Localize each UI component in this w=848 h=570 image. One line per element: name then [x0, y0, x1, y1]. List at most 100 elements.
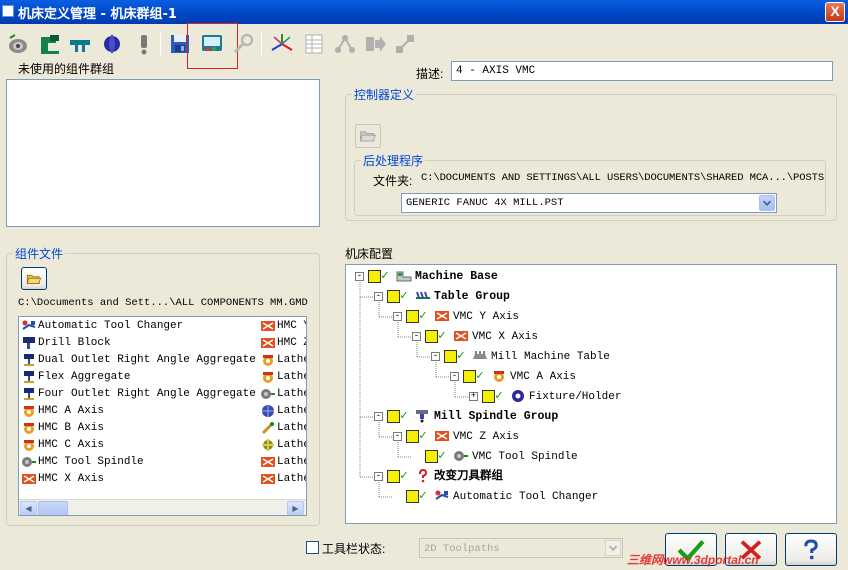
list-item[interactable]: Dual Outlet Right Angle Aggregate	[21, 352, 259, 369]
list-item[interactable]: HMC B Axis	[21, 420, 259, 437]
collapse-icon[interactable]: -	[374, 291, 383, 301]
list-item[interactable]: HMC Z	[260, 335, 306, 352]
toolbar-state-select[interactable]: 2D Toolpaths	[419, 538, 623, 558]
help-button[interactable]	[785, 533, 837, 566]
post-select-dropdown[interactable]	[759, 195, 775, 211]
tree-node[interactable]: - ✓ Mill Machine Table	[431, 347, 610, 367]
tree-node[interactable]: - ✓ VMC Z Axis	[393, 427, 519, 447]
list-item[interactable]: HMC X Axis	[21, 471, 259, 488]
list-item-label: HMC Tool Spindle	[38, 456, 144, 468]
tree-node[interactable]: + ✓ Fixture/Holder	[469, 387, 621, 407]
move-right-icon[interactable]	[363, 32, 387, 56]
tree-node-label: VMC Z Axis	[453, 431, 520, 443]
tool-changer-icon	[434, 489, 450, 503]
check-icon: ✓	[419, 428, 427, 444]
tree-node-label: 改变刀具群组	[434, 470, 503, 483]
node-visibility-checkbox[interactable]	[387, 469, 400, 483]
scroll-thumb[interactable]	[38, 501, 68, 515]
warning-icon[interactable]	[132, 32, 156, 56]
close-button[interactable]: X	[825, 2, 845, 22]
tree-node[interactable]: ✓ Automatic Tool Changer	[393, 487, 598, 507]
collapse-icon[interactable]: -	[450, 371, 459, 381]
unused-groups-list[interactable]	[6, 79, 320, 227]
linear-axis-icon	[21, 472, 36, 485]
spindle-lathe-icon[interactable]	[6, 32, 30, 56]
list-item[interactable]: HMC C Axis	[21, 437, 259, 454]
collapse-icon[interactable]: -	[412, 331, 421, 341]
collapse-icon[interactable]: -	[374, 471, 383, 481]
list-item-label: Dual Outlet Right Angle Aggregate	[38, 354, 256, 366]
axis-triad-icon[interactable]	[270, 32, 294, 56]
list-item-label: HMC A Axis	[38, 405, 105, 417]
machine-config-tree[interactable]: - ✓ Machine Base - ✓ Table Group - ✓ VMC Y Axis -…	[345, 264, 837, 524]
table-view-icon[interactable]	[302, 32, 326, 56]
linear-axis-icon	[434, 429, 450, 443]
list-item[interactable]: HMC Tool Spindle	[21, 454, 259, 471]
list-item[interactable]: Lathe	[260, 386, 306, 403]
component-files-label: 组件文件	[13, 245, 66, 262]
controller-open-button[interactable]	[355, 124, 381, 148]
scroll-left-button[interactable]: ◀	[20, 501, 37, 515]
post-select-value: GENERIC FANUC 4X MILL.PST	[406, 197, 564, 209]
node-visibility-checkbox[interactable]	[482, 389, 495, 403]
hierarchy-icon[interactable]	[333, 32, 357, 56]
description-input[interactable]: 4 - AXIS VMC	[451, 61, 833, 81]
machine-display-icon[interactable]	[200, 32, 224, 56]
toolbar-state-checkbox[interactable]	[306, 541, 319, 554]
tree-node[interactable]: - ✓ Machine Base	[355, 267, 498, 287]
rotary-axis-icon[interactable]	[100, 32, 124, 56]
collapse-icon[interactable]: -	[355, 271, 364, 281]
machine-base-icon[interactable]	[38, 32, 62, 56]
list-item[interactable]: Flex Aggregate	[21, 369, 259, 386]
node-visibility-checkbox[interactable]	[425, 449, 438, 463]
list-item[interactable]: Lathe	[260, 471, 306, 488]
list-item[interactable]: HMC Y	[260, 318, 306, 335]
component-open-button[interactable]	[21, 267, 47, 290]
list-item[interactable]: Lathe	[260, 437, 306, 454]
list-item[interactable]: Lathe	[260, 454, 306, 471]
tree-node[interactable]: - ✓ VMC A Axis	[450, 367, 576, 387]
node-visibility-checkbox[interactable]	[425, 329, 438, 343]
tree-node[interactable]: - ✓ Table Group	[374, 287, 510, 307]
collapse-icon[interactable]: -	[393, 431, 402, 441]
list-item-label: HMC Y	[277, 320, 306, 332]
list-item-label: Lathe	[277, 371, 306, 383]
node-visibility-checkbox[interactable]	[368, 269, 381, 283]
tree-node[interactable]: - ✓ 改变刀具群组	[374, 467, 503, 487]
list-item[interactable]: Automatic Tool Changer	[21, 318, 259, 335]
folder-label: 文件夹:	[373, 174, 413, 188]
tree-node[interactable]: ✓ VMC Tool Spindle	[412, 447, 578, 467]
tree-node[interactable]: - ✓ VMC X Axis	[412, 327, 538, 347]
list-item[interactable]: Four Outlet Right Angle Aggregate	[21, 386, 259, 403]
list-item[interactable]: Lathe	[260, 369, 306, 386]
collapse-icon[interactable]: -	[393, 311, 402, 321]
node-visibility-checkbox[interactable]	[406, 489, 419, 503]
toolbar-state-dropdown[interactable]	[605, 540, 621, 556]
post-select[interactable]: GENERIC FANUC 4X MILL.PST	[401, 193, 777, 213]
node-visibility-checkbox[interactable]	[387, 409, 400, 423]
node-visibility-checkbox[interactable]	[406, 309, 419, 323]
check-icon: ✓	[400, 408, 408, 424]
node-visibility-checkbox[interactable]	[444, 349, 457, 363]
list-item[interactable]: HMC A Axis	[21, 403, 259, 420]
list-item[interactable]: Drill Block	[21, 335, 259, 352]
collapse-icon[interactable]: -	[374, 411, 383, 421]
node-visibility-checkbox[interactable]	[463, 369, 476, 383]
tree-node[interactable]: - ✓ Mill Spindle Group	[374, 407, 558, 427]
scroll-right-button[interactable]: ▶	[287, 501, 304, 515]
collapse-icon[interactable]: -	[431, 351, 440, 361]
node-visibility-checkbox[interactable]	[387, 289, 400, 303]
list-item[interactable]: Lathe	[260, 403, 306, 420]
expand-icon[interactable]: +	[469, 391, 478, 401]
tree-node[interactable]: - ✓ VMC Y Axis	[393, 307, 519, 327]
list-item[interactable]: Lathe	[260, 420, 306, 437]
node-visibility-checkbox[interactable]	[406, 429, 419, 443]
component-list[interactable]: Automatic Tool Changer Drill Block Dual Ou…	[18, 316, 307, 516]
linear-axis-icon[interactable]	[68, 32, 92, 56]
horizontal-scrollbar[interactable]: ◀ ▶	[19, 499, 306, 515]
spindle-icon	[21, 455, 36, 468]
add-component-icon[interactable]	[231, 32, 255, 56]
resize-icon[interactable]	[393, 32, 417, 56]
check-icon: ✓	[419, 308, 427, 324]
list-item[interactable]: Lathe	[260, 352, 306, 369]
